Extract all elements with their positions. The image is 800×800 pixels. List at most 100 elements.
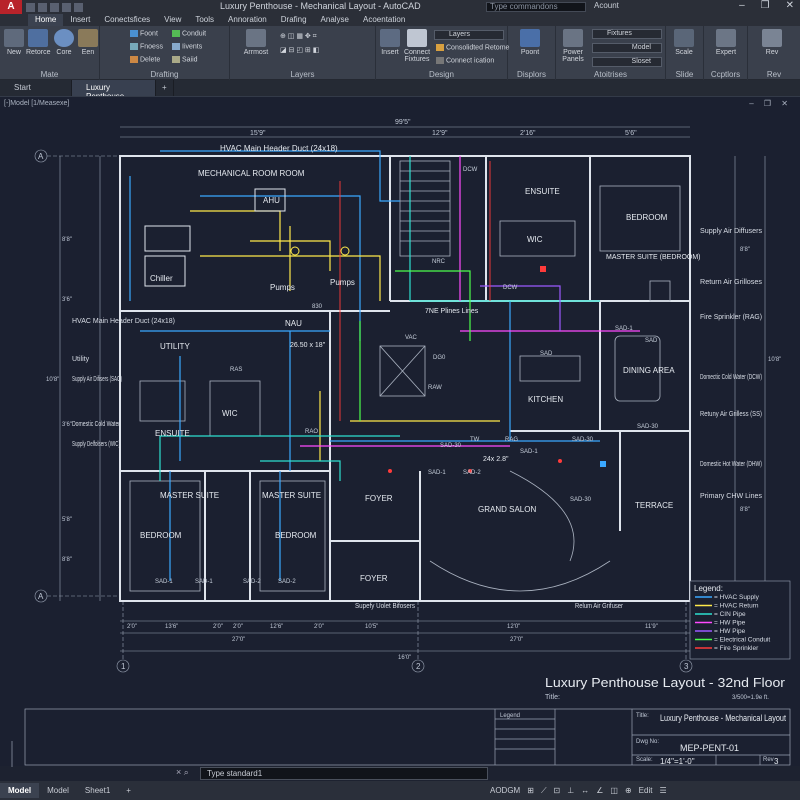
ribbon-group-attributes: Power Panels Fixtures Model Sloset Atoit… — [556, 26, 666, 80]
ribbon-group-label: Drafting — [150, 70, 179, 79]
saiid-button[interactable]: Saiid — [172, 56, 198, 63]
menu-icon[interactable]: ☰ — [659, 786, 666, 796]
fixtures-dropdown[interactable]: Fixtures — [592, 29, 662, 39]
room-label-master-1: MASTER SUITE — [160, 491, 219, 500]
core-icon — [54, 29, 74, 47]
title-bar: A Luxury Penthouse - Mechanical Layout -… — [0, 0, 800, 14]
connect-rotation-icon — [436, 57, 444, 64]
label-vac: VAC — [405, 335, 418, 341]
ribbon-group-label: Ccptlors — [710, 70, 741, 79]
power-panels-icon — [563, 29, 583, 47]
command-close-icon[interactable]: × ⌕ — [176, 767, 198, 780]
ribbon-group-label: Rev — [766, 70, 782, 79]
iivents-button[interactable]: Iivents — [172, 43, 202, 50]
add-layout-icon[interactable]: + — [118, 783, 139, 798]
layers-dropdown[interactable]: Layers — [434, 30, 504, 40]
tab-start[interactable]: Start — [0, 80, 72, 96]
close-icon[interactable]: ✕ — [786, 0, 794, 11]
layer-tools-2-icon[interactable]: ◪ ⊟ ◰ ⊞ ◧ — [280, 46, 319, 54]
tab-analyse[interactable]: Analyse — [314, 14, 356, 26]
status-aodgm[interactable]: AODGM — [490, 786, 520, 796]
ribbon-group-label: Design — [429, 70, 454, 79]
label-sad-1: SAD — [540, 351, 553, 357]
move-icon[interactable]: ↔ — [581, 786, 589, 796]
perpendicular-icon[interactable]: ⊥ — [567, 786, 574, 796]
callout-fire-sprinkler: Fire Sprinkler (RAG) — [700, 314, 762, 321]
tab-model[interactable]: Model — [0, 783, 40, 798]
redo-icon[interactable] — [74, 2, 83, 12]
new-button[interactable]: New — [2, 29, 26, 56]
tab-luxury-penthouse[interactable]: Luxury Penthouse — [72, 80, 156, 101]
delete-button[interactable]: Delete — [130, 56, 160, 63]
target-icon[interactable]: ⊕ — [625, 786, 632, 796]
retorce-button[interactable]: Retorce — [26, 29, 51, 56]
grid-icon[interactable]: ⊞ — [527, 786, 534, 796]
drawing-viewport[interactable]: [-]Model [1/Measexe] – ❐ ✕ 99'5" 15'9" 1… — [0, 96, 800, 767]
new-file-icon[interactable] — [26, 2, 35, 12]
open-file-icon[interactable] — [38, 2, 47, 12]
consolidated-button[interactable]: Consolidted Retome — [436, 44, 509, 51]
conduit-button[interactable]: Conduit — [172, 30, 206, 37]
new-tab-icon[interactable]: + — [156, 80, 174, 96]
tab-drafing[interactable]: Drafing — [274, 14, 314, 26]
room-label-foyer-2: FOYER — [360, 574, 388, 583]
power-panels-button[interactable]: Power Panels — [558, 29, 588, 63]
retorce-icon — [28, 29, 48, 47]
ribbon-group-label: Mate — [40, 70, 59, 79]
tab-view[interactable]: View — [157, 14, 188, 26]
point-button[interactable]: Poont — [518, 29, 542, 56]
tab-acoentation[interactable]: Acoentation — [356, 14, 412, 26]
ortho-icon[interactable]: ⟋ — [541, 786, 547, 796]
save-file-icon[interactable] — [50, 2, 59, 12]
connect-rotation-button[interactable]: Connect ication — [436, 57, 494, 64]
dimension-top-4: 5'6" — [625, 130, 637, 137]
rev-button[interactable]: Rev — [760, 29, 784, 56]
tab-insert[interactable]: Insert — [63, 14, 97, 26]
minimize-icon[interactable]: – — [739, 0, 745, 11]
maximize-icon[interactable]: ❐ — [761, 0, 770, 11]
layer-tools-icon[interactable]: ⊕ ◫ ▦ ✥ ⌗ — [280, 32, 317, 41]
label-sad-1-2: SAD-1 — [520, 449, 538, 455]
foont-button[interactable]: Foont — [130, 30, 158, 37]
account-menu[interactable]: Acount — [594, 1, 619, 10]
arrmost-button[interactable]: Arrmost — [238, 29, 274, 56]
ribbon-group-mate: New Retorce Core Een Mate — [0, 26, 100, 80]
expert-button[interactable]: Expert — [714, 29, 738, 56]
label-tw: TW — [470, 437, 480, 443]
sheet-dropdown[interactable]: Sloset — [592, 57, 662, 67]
label-sad-2-2: SAD-2 — [243, 579, 261, 585]
label-sad-30-2: SAD-30 — [572, 437, 594, 443]
een-button[interactable]: Een — [76, 29, 100, 56]
command-input[interactable]: Type standard1 — [200, 767, 488, 780]
room-label-ahu: AHU — [263, 196, 280, 205]
label-sad-1-4: SAD-1 — [155, 579, 173, 585]
tab-annoration[interactable]: Annoration — [221, 14, 274, 26]
scale-button[interactable]: Scale — [672, 29, 696, 56]
angle-icon[interactable]: ∠ — [596, 786, 603, 796]
callout-primary-chw: Primary CHW Lines — [700, 493, 763, 500]
core-button[interactable]: Core — [52, 29, 76, 56]
fnoess-icon — [130, 43, 138, 50]
autocad-logo-icon[interactable]: A — [0, 0, 22, 14]
tab-conectsfices[interactable]: Conectsfices — [97, 14, 157, 26]
search-input[interactable]: Type commandons — [486, 2, 586, 12]
titleblock-title: Luxury Penthouse - Mechanical Layout — [660, 713, 786, 723]
window-icon[interactable]: ◫ — [610, 786, 618, 796]
tab-sheet1[interactable]: Sheet1 — [77, 783, 118, 798]
tab-tools[interactable]: Tools — [188, 14, 221, 26]
label-7ne: 7NE Plines Lines — [425, 308, 479, 315]
insert-button[interactable]: Insert — [378, 29, 402, 56]
model-dropdown[interactable]: Model — [592, 43, 662, 53]
callout-supply-air: Supply Air Diffusers — [700, 228, 763, 235]
tab-model-2[interactable]: Model — [39, 783, 77, 798]
undo-icon[interactable] — [62, 2, 71, 12]
legend-item: = Electrical Conduit — [714, 637, 770, 644]
snap-icon[interactable]: ⊡ — [554, 786, 561, 796]
dim-bottom-7: 10'5" — [365, 624, 378, 630]
fnoess-button[interactable]: Fnoess — [130, 43, 163, 50]
connect-fixtures-button[interactable]: Connect Fixtures — [402, 29, 432, 63]
tab-home[interactable]: Home — [28, 14, 64, 26]
dim-bottom-9: 11'9" — [645, 624, 658, 630]
edit-toggle[interactable]: Edit — [639, 786, 653, 796]
status-bar: Model Model Sheet1 + AODGM ⊞ ⟋ ⊡ ⊥ ↔ ∠ ◫… — [0, 781, 800, 800]
